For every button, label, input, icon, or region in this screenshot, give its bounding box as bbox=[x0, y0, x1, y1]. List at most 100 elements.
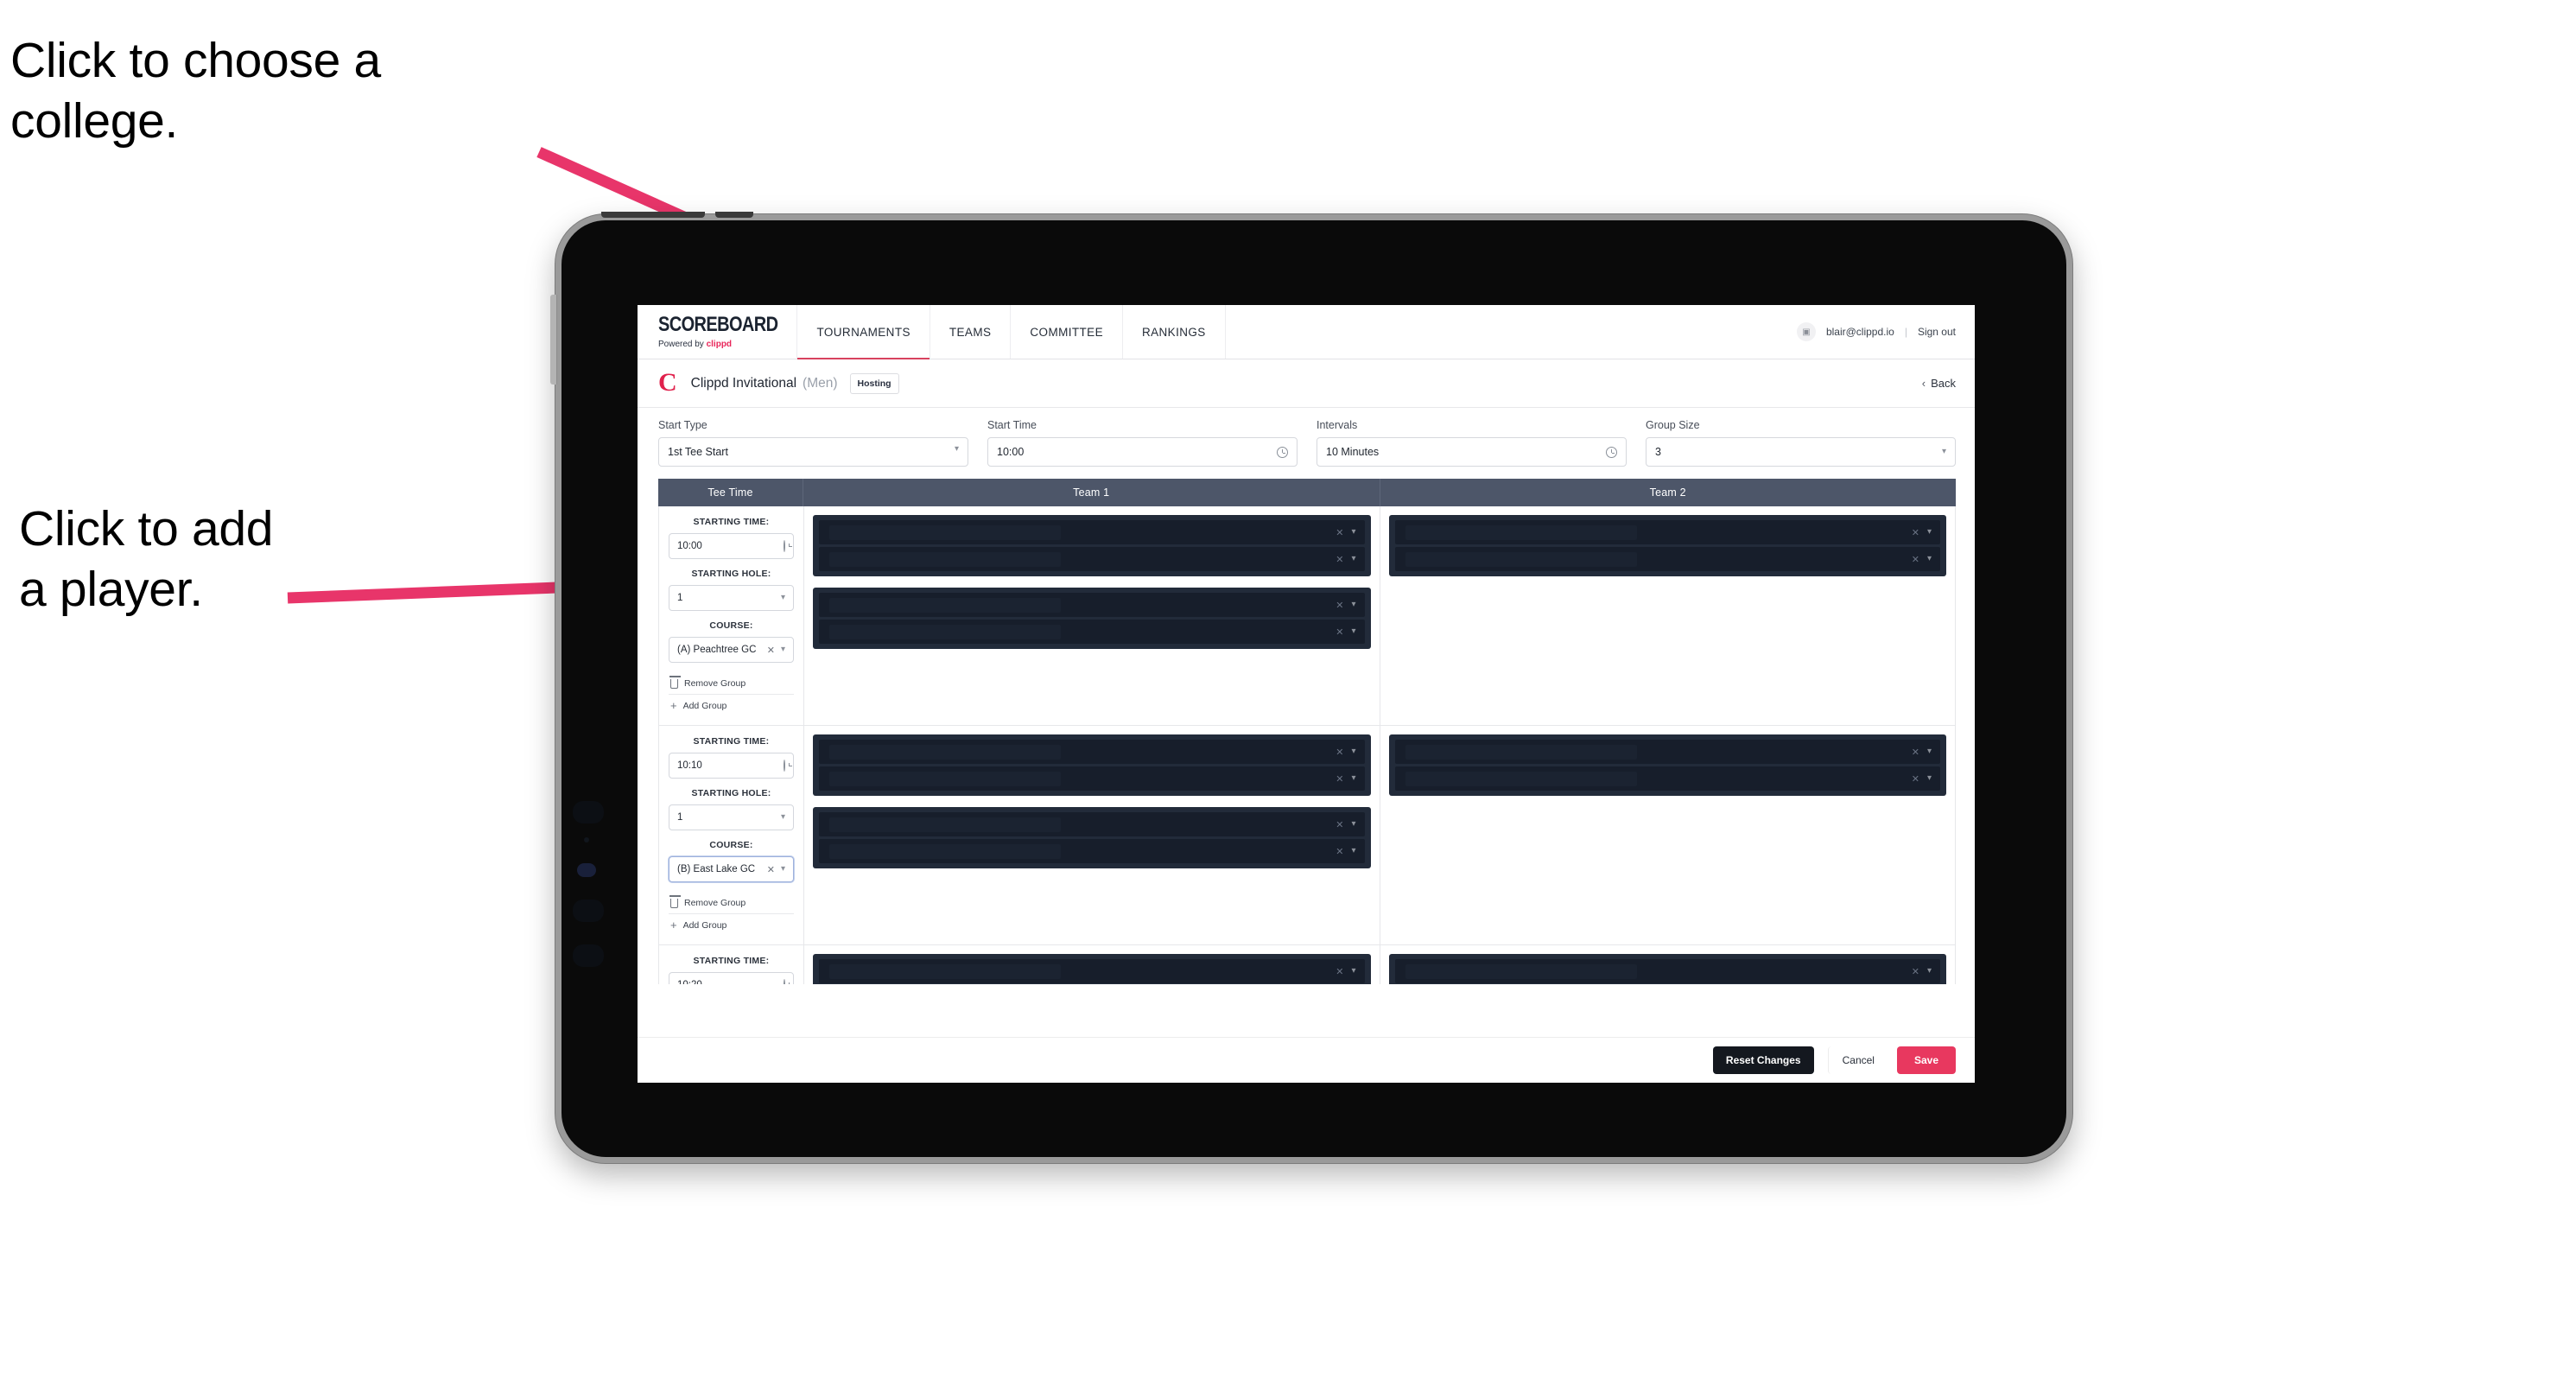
clear-player-icon[interactable]: ✕ bbox=[1912, 966, 1919, 977]
status-badge-hosting: Hosting bbox=[849, 372, 899, 394]
clear-player-icon[interactable]: ✕ bbox=[1336, 819, 1343, 830]
player-slot[interactable]: ✕ ▾ bbox=[1394, 520, 1940, 544]
stepper-icon[interactable]: ▾ bbox=[781, 864, 785, 873]
player-slot[interactable]: ✕ ▾ bbox=[819, 766, 1365, 791]
player-stepper-icon[interactable]: ▾ bbox=[1351, 747, 1355, 755]
clear-player-icon[interactable]: ✕ bbox=[1912, 554, 1919, 565]
player-group[interactable]: ✕▾✕▾ bbox=[813, 588, 1371, 649]
clock-icon[interactable] bbox=[784, 979, 785, 984]
player-slot[interactable]: ✕ ▾ bbox=[819, 620, 1365, 644]
player-stepper-icon[interactable]: ▾ bbox=[1351, 554, 1355, 563]
clear-player-icon[interactable]: ✕ bbox=[1336, 846, 1343, 857]
clear-course-icon[interactable]: ✕ bbox=[767, 645, 775, 656]
cancel-button[interactable]: Cancel bbox=[1827, 1046, 1888, 1074]
player-stepper-icon[interactable]: ▾ bbox=[1351, 773, 1355, 782]
player-slot[interactable]: ✕ ▾ bbox=[1394, 740, 1940, 764]
tablet-power-button[interactable] bbox=[550, 295, 557, 385]
clear-player-icon[interactable]: ✕ bbox=[1336, 554, 1343, 565]
stepper-icon[interactable]: ▾ bbox=[781, 593, 785, 601]
player-slot[interactable]: ✕ ▾ bbox=[819, 959, 1365, 983]
clear-player-icon[interactable]: ✕ bbox=[1912, 747, 1919, 758]
player-stepper-icon[interactable]: ▾ bbox=[1351, 819, 1355, 828]
clear-player-icon[interactable]: ✕ bbox=[1336, 966, 1343, 977]
player-stepper-icon[interactable]: ▾ bbox=[1351, 846, 1355, 855]
player-slot[interactable]: ✕ ▾ bbox=[819, 593, 1365, 617]
add-group-button[interactable]: + Add Group bbox=[669, 694, 794, 716]
course-select[interactable]: (A) Peachtree GC ✕ ▾ bbox=[669, 637, 794, 663]
starting-time-input[interactable]: 10:20 bbox=[669, 972, 794, 984]
clear-player-icon[interactable]: ✕ bbox=[1912, 773, 1919, 785]
tab-tournaments[interactable]: TOURNAMENTS bbox=[796, 305, 930, 359]
starting-time-input[interactable]: 10:10 bbox=[669, 753, 794, 779]
stepper-icon[interactable]: ▾ bbox=[781, 812, 785, 821]
remove-group-button[interactable]: Remove Group bbox=[669, 673, 794, 694]
stepper-icon[interactable]: ▾. bbox=[955, 444, 959, 457]
player-group[interactable]: ✕▾✕▾ bbox=[813, 515, 1371, 576]
starting-hole-input[interactable]: 1 ▾ bbox=[669, 804, 794, 830]
add-group-button[interactable]: + Add Group bbox=[669, 913, 794, 936]
clear-player-icon[interactable]: ✕ bbox=[1336, 773, 1343, 785]
tab-committee[interactable]: COMMITTEE bbox=[1011, 305, 1123, 359]
player-slot[interactable]: ✕ ▾ bbox=[819, 740, 1365, 764]
starting-time-value: 10:10 bbox=[677, 760, 702, 771]
player-stepper-icon[interactable]: ▾ bbox=[1351, 527, 1355, 536]
clock-icon[interactable] bbox=[784, 540, 785, 552]
starting-time-input[interactable]: 10:00 bbox=[669, 533, 794, 559]
remove-group-button[interactable]: Remove Group bbox=[669, 893, 794, 913]
player-slot[interactable]: ✕ ▾ bbox=[1394, 959, 1940, 983]
player-group[interactable]: ✕▾✕▾ bbox=[813, 807, 1371, 868]
reset-changes-button[interactable]: Reset Changes bbox=[1712, 1046, 1814, 1074]
player-stepper-icon[interactable]: ▾ bbox=[1927, 966, 1932, 975]
tab-rankings-label: RANKINGS bbox=[1141, 325, 1206, 339]
stepper-icon[interactable]: ▾ bbox=[1942, 447, 1946, 455]
player-name-redacted bbox=[829, 525, 1062, 540]
starting-hole-input[interactable]: 1 ▾ bbox=[669, 585, 794, 611]
clear-player-icon[interactable]: ✕ bbox=[1912, 527, 1919, 538]
stepper-icon[interactable]: ▾ bbox=[781, 645, 785, 653]
group-size-stepper[interactable]: 3 ▾ bbox=[1646, 437, 1956, 467]
user-email[interactable]: blair@clippd.io bbox=[1826, 326, 1894, 338]
player-slot-controls: ✕ ▾ bbox=[1336, 554, 1355, 565]
schedule-table-body[interactable]: STARTING TIME: 10:00 STARTING HOLE: 1 ▾ COURS… bbox=[658, 506, 1956, 984]
tab-teams[interactable]: TEAMS bbox=[930, 305, 1012, 359]
start-time-input[interactable]: 10:00 bbox=[987, 437, 1298, 467]
player-slot[interactable]: ✕ ▾ bbox=[1394, 766, 1940, 791]
player-name-redacted bbox=[1405, 771, 1637, 786]
player-slot[interactable]: ✕ ▾ bbox=[819, 547, 1365, 571]
clear-player-icon[interactable]: ✕ bbox=[1336, 600, 1343, 611]
player-stepper-icon[interactable]: ▾ bbox=[1927, 554, 1932, 563]
player-group[interactable]: ✕▾✕▾ bbox=[813, 954, 1371, 984]
user-avatar-icon[interactable]: ▣ bbox=[1796, 322, 1816, 341]
clear-course-icon[interactable]: ✕ bbox=[767, 864, 775, 875]
player-stepper-icon[interactable]: ▾ bbox=[1927, 527, 1932, 536]
clear-player-icon[interactable]: ✕ bbox=[1336, 527, 1343, 538]
player-stepper-icon[interactable]: ▾ bbox=[1351, 966, 1355, 975]
player-group[interactable]: ✕▾✕▾ bbox=[813, 734, 1371, 796]
group-actions: Remove Group + Add Group bbox=[669, 673, 794, 716]
player-group[interactable]: ✕▾✕▾ bbox=[1388, 515, 1946, 576]
start-type-select[interactable]: 1st Tee Start ▾. bbox=[658, 437, 968, 467]
tab-rankings[interactable]: RANKINGS bbox=[1122, 305, 1226, 359]
clear-player-icon[interactable]: ✕ bbox=[1336, 747, 1343, 758]
player-stepper-icon[interactable]: ▾ bbox=[1351, 600, 1355, 608]
clear-player-icon[interactable]: ✕ bbox=[1336, 626, 1343, 638]
sign-out-link[interactable]: Sign out bbox=[1918, 326, 1956, 338]
player-stepper-icon[interactable]: ▾ bbox=[1927, 747, 1932, 755]
clock-icon[interactable] bbox=[784, 760, 785, 772]
brand-logo[interactable]: SCOREBOARD Powered by clippd bbox=[638, 305, 796, 359]
player-slot[interactable]: ✕ ▾ bbox=[1394, 547, 1940, 571]
player-group[interactable]: ✕▾✕▾ bbox=[1388, 954, 1946, 984]
intervals-input[interactable]: 10 Minutes bbox=[1317, 437, 1627, 467]
player-group[interactable]: ✕▾✕▾ bbox=[1388, 734, 1946, 796]
player-slot[interactable]: ✕ ▾ bbox=[819, 839, 1365, 863]
player-stepper-icon[interactable]: ▾ bbox=[1351, 626, 1355, 635]
course-select[interactable]: (B) East Lake GC ✕ ▾ bbox=[669, 856, 794, 882]
back-button[interactable]: ‹ Back bbox=[1922, 377, 1956, 390]
group-actions: Remove Group + Add Group bbox=[669, 893, 794, 936]
clock-icon[interactable] bbox=[1606, 446, 1617, 458]
clock-icon[interactable] bbox=[1277, 446, 1288, 458]
save-button[interactable]: Save bbox=[1896, 1046, 1956, 1074]
player-slot[interactable]: ✕ ▾ bbox=[819, 520, 1365, 544]
player-slot[interactable]: ✕ ▾ bbox=[819, 812, 1365, 836]
player-stepper-icon[interactable]: ▾ bbox=[1927, 773, 1932, 782]
